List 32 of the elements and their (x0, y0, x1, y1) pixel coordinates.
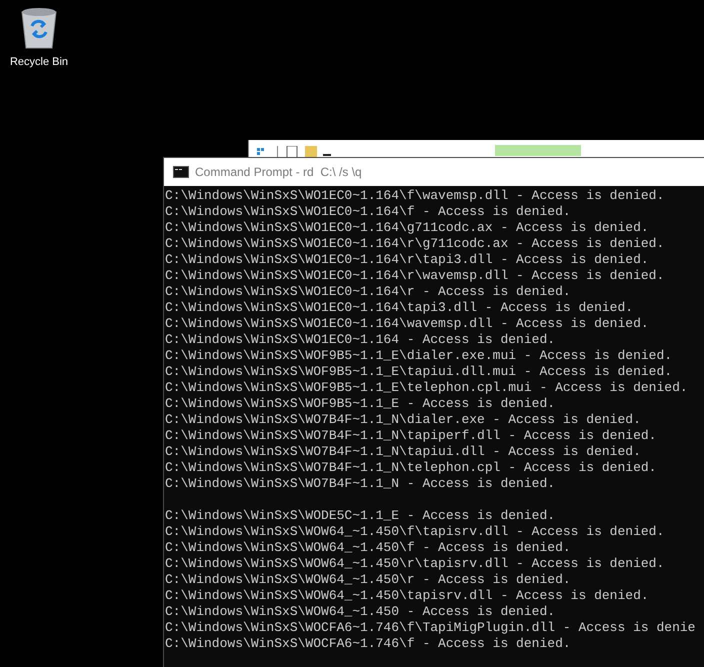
console-line: C:\Windows\WinSxS\WOCFA6~1.746\f - Access is denied. (165, 636, 571, 652)
console-line: C:\Windows\WinSxS\WO7B4F~1.1_N\tapiui.dll - Access is denied. (165, 444, 641, 460)
console-line: C:\Windows\WinSxS\WO1EC0~1.164\r\tapi3.dll - Access is denied. (165, 252, 649, 268)
console-line: C:\Windows\WinSxS\WOW64_~1.450\r - Access is denied. (165, 572, 571, 588)
window-title: Command Prompt - rd C:\ /s \q (195, 165, 362, 179)
console-line: C:\Windows\WinSxS\WO1EC0~1.164\r\wavemsp.dll - Access is denied. (165, 268, 664, 284)
console-line: C:\Windows\WinSxS\WO7B4F~1.1_N\dialer.exe - Access is denied. (165, 412, 641, 428)
console-line: C:\Windows\WinSxS\WOW64_~1.450\f - Access is denied. (165, 540, 571, 556)
console-line: C:\Windows\WinSxS\WOF9B5~1.1_E\dialer.exe.mui - Access is denied. (165, 348, 672, 364)
console-line: C:\Windows\WinSxS\WO7B4F~1.1_N\telephon.cpl - Access is denied. (165, 460, 656, 476)
recycle-bin-icon[interactable] (19, 6, 59, 50)
console-line: C:\Windows\WinSxS\WOF9B5~1.1_E\telephon.cpl.mui - Access is denied. (165, 380, 688, 396)
console-line: C:\Windows\WinSxS\WOF9B5~1.1_E\tapiui.dll.mui - Access is denied. (165, 364, 672, 380)
console-line: C:\Windows\WinSxS\WOW64_~1.450\tapisrv.dll - Access is denied. (165, 588, 649, 604)
console-line: C:\Windows\WinSxS\WO1EC0~1.164\g711codc.ax - Access is denied. (165, 220, 649, 236)
desktop-icon-label[interactable]: Recycle Bin (10, 56, 68, 68)
console-line: C:\Windows\WinSxS\WO1EC0~1.164\f - Access is denied. (165, 204, 571, 220)
console-line: C:\Windows\WinSxS\WO1EC0~1.164\r\g711codc.ax - Access is denied. (165, 236, 664, 252)
console-line: C:\Windows\WinSxS\WO1EC0~1.164\wavemsp.dll - Access is denied. (165, 316, 649, 332)
console-line: C:\Windows\WinSxS\WO7B4F~1.1_N\tapiperf.dll - Access is denied. (165, 428, 656, 444)
console-line: C:\Windows\WinSxS\WOW64_~1.450 - Access is denied. (165, 604, 556, 620)
console-line: C:\Windows\WinSxS\WO7B4F~1.1_N - Access is denied. (165, 476, 556, 492)
console-line: C:\Windows\WinSxS\WOW64_~1.450\r\tapisrv.dll - Access is denied. (165, 556, 664, 572)
console-line: C:\Windows\WinSxS\WO1EC0~1.164\tapi3.dll - Access is denied. (165, 300, 634, 316)
console-line: C:\Windows\WinSxS\WOCFA6~1.746\f\TapiMigPlugin.dll - Access is denie (165, 620, 696, 636)
console-line: C:\Windows\WinSxS\WODE5C~1.1_E - Access is denied. (165, 508, 556, 524)
console-line: C:\Windows\WinSxS\WO1EC0~1.164\r - Access is denied. (165, 284, 571, 300)
console-line: C:\Windows\WinSxS\WO1EC0~1.164 - Access is denied. (165, 332, 556, 348)
console-line: C:\Windows\WinSxS\WOW64_~1.450\f\tapisrv.dll - Access is denied. (165, 524, 664, 540)
console-icon (173, 166, 189, 178)
console-line: C:\Windows\WinSxS\WOF9B5~1.1_E - Access is denied. (165, 396, 556, 412)
console-line: C:\Windows\WinSxS\WO1EC0~1.164\f\wavemsp.dll - Access is denied. (165, 188, 664, 204)
